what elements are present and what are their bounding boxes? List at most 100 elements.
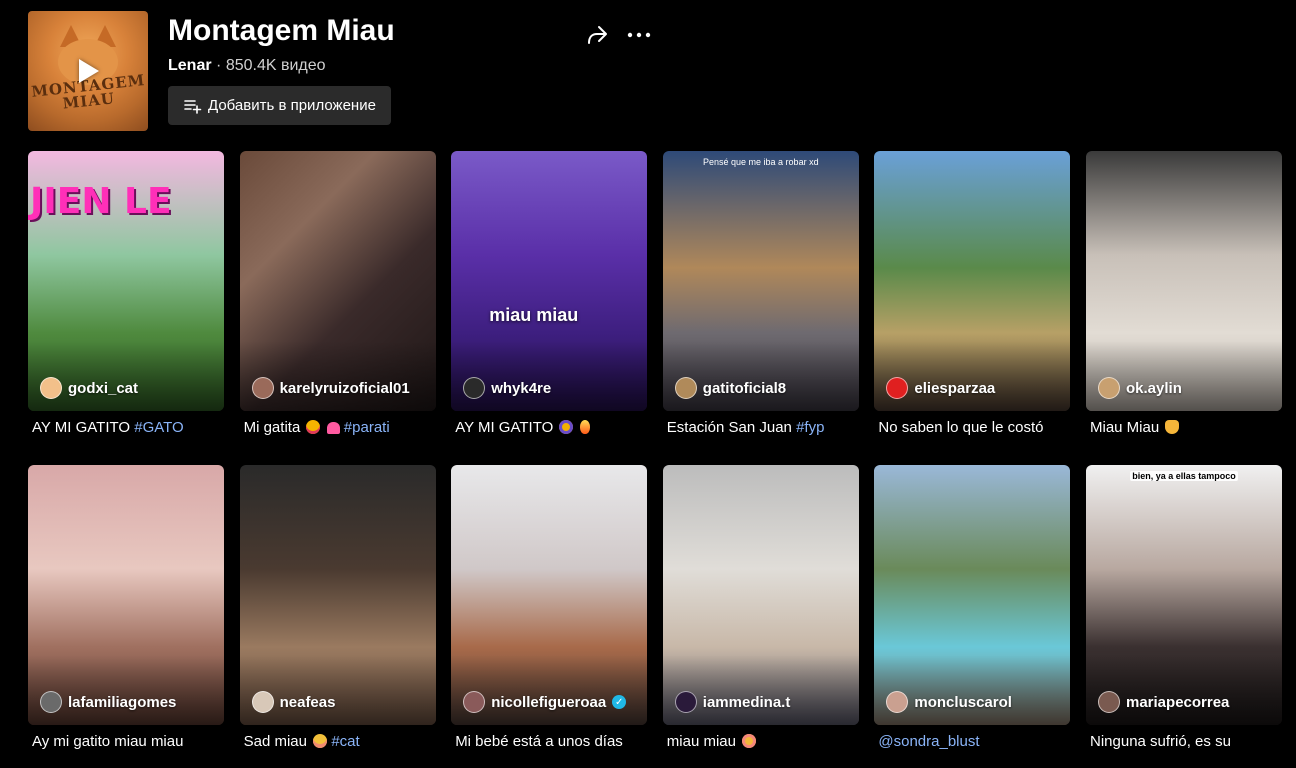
video-thumbnail[interactable]: nicollefigueroaa ✓	[451, 465, 648, 725]
video-username[interactable]: mariapecorrea	[1126, 694, 1229, 711]
add-to-app-label: Добавить в приложение	[208, 97, 376, 114]
thumbnail-gradient	[1086, 655, 1282, 725]
sad-emoji-icon	[313, 734, 328, 748]
video-thumbnail[interactable]: miau miau whyk4re	[451, 151, 648, 411]
video-author[interactable]: eliesparzaa	[886, 377, 995, 399]
video-thumbnail[interactable]: iammedina.t	[662, 465, 859, 725]
add-to-app-button[interactable]: Добавить в приложение	[168, 86, 391, 125]
verified-badge-icon: ✓	[612, 695, 627, 709]
video-caption[interactable]: AY MI GATITO	[455, 419, 647, 437]
video-caption[interactable]: Mi bebé está a unos días	[455, 733, 647, 751]
video-caption[interactable]: Mi gatita #parati	[244, 419, 436, 437]
caption-text: Sad miau	[243, 733, 312, 750]
video-top-text: bien, ya a ellas tampoco	[1130, 471, 1238, 481]
video-thumbnail[interactable]: ok.aylin	[1086, 151, 1282, 411]
video-author[interactable]: neafeas	[251, 691, 336, 713]
video-username[interactable]: ok.aylin	[1126, 380, 1182, 397]
video-username[interactable]: iammedina.t	[703, 694, 791, 711]
video-author[interactable]: lafamiliagomes	[40, 691, 176, 713]
thumbnail-gradient	[239, 341, 436, 411]
playlist-author[interactable]: Lenar	[168, 57, 212, 74]
playlist-title: Montagem Miau	[168, 14, 395, 47]
avatar[interactable]	[674, 377, 697, 399]
playlist-cover[interactable]: MONTAGEM MIAU	[28, 11, 148, 131]
video-username[interactable]: moncluscarol	[914, 694, 1012, 711]
video-username[interactable]: whyk4re	[491, 380, 551, 397]
video-username[interactable]: nicollefigueroaa	[491, 694, 606, 711]
thumbnail-gradient	[451, 341, 648, 411]
video-thumbnail[interactable]: Pensé que me iba a robar xd gatitoficial8	[662, 151, 859, 411]
playlist-meta: Lenar · 850.4K видео	[168, 56, 326, 76]
flushed-emoji-icon	[742, 734, 757, 748]
video-caption[interactable]: AY MI GATITO #GATO	[32, 419, 224, 437]
avatar[interactable]	[251, 691, 274, 713]
video-username[interactable]: godxi_cat	[68, 380, 138, 397]
thumbnail-gradient	[874, 341, 1071, 411]
video-username[interactable]: neafeas	[280, 694, 336, 711]
share-arrow-icon[interactable]	[584, 23, 610, 47]
avatar[interactable]	[674, 691, 697, 713]
video-caption[interactable]: miau miau	[667, 733, 859, 751]
video-caption[interactable]: Miau Miau	[1090, 419, 1282, 437]
heart-emoji-icon	[326, 422, 340, 434]
caption-text: AY MI GATITO	[32, 419, 135, 436]
video-top-text: Pensé que me iba a robar xd	[703, 157, 819, 167]
avatar[interactable]	[251, 377, 274, 399]
video-author[interactable]: whyk4re	[463, 377, 551, 399]
thumbnail-gradient	[1086, 341, 1282, 411]
scream-emoji-icon	[559, 420, 574, 434]
video-thumbnail[interactable]: bien, ya a ellas tampoco mariapecorrea	[1086, 465, 1282, 725]
video-username[interactable]: eliesparzaa	[914, 380, 995, 397]
avatar[interactable]	[40, 377, 62, 399]
video-count: 850.4K видео	[225, 57, 326, 74]
thumbnail-gradient	[451, 655, 648, 725]
caption-text: miau miau	[666, 733, 741, 750]
video-username[interactable]: karelyruizoficial01	[280, 380, 410, 397]
video-thumbnail[interactable]: karelyruizoficial01	[239, 151, 436, 411]
caption-text: Estación San Juan	[666, 419, 797, 436]
video-thumbnail[interactable]: neafeas	[239, 465, 436, 725]
video-author[interactable]: moncluscarol	[886, 691, 1012, 713]
video-author[interactable]: ok.aylin	[1098, 377, 1182, 399]
video-thumbnail[interactable]: lafamiliagomes	[28, 465, 224, 725]
video-username[interactable]: lafamiliagomes	[68, 694, 176, 711]
video-author[interactable]: godxi_cat	[40, 377, 138, 399]
thumbnail-gradient	[28, 655, 224, 725]
video-caption[interactable]: No saben lo que le costó	[878, 419, 1070, 437]
avatar[interactable]	[463, 377, 486, 399]
caption-hashtag[interactable]: #fyp	[796, 419, 824, 436]
video-overlay-text: miau miau	[489, 305, 579, 325]
avatar[interactable]	[886, 377, 909, 399]
video-username[interactable]: gatitoficial8	[703, 380, 786, 397]
avatar[interactable]	[463, 691, 486, 713]
avatar[interactable]	[1098, 377, 1120, 399]
video-caption[interactable]: Sad miau #cat	[244, 733, 436, 751]
caption-text: Miau Miau	[1090, 419, 1164, 436]
thumbnail-gradient	[28, 341, 224, 411]
play-icon[interactable]	[79, 59, 99, 83]
video-caption[interactable]: Ay mi gatito miau miau	[32, 733, 224, 751]
caption-hashtag[interactable]: @sondra_blust	[878, 733, 979, 750]
caption-text: AY MI GATITO	[455, 419, 558, 436]
video-caption[interactable]: @sondra_blust	[878, 733, 1070, 751]
fire-emoji-icon	[579, 420, 590, 434]
avatar[interactable]	[40, 691, 62, 713]
caption-hashtag[interactable]: #GATO	[134, 419, 183, 436]
video-thumbnail[interactable]: moncluscarol	[874, 465, 1071, 725]
video-thumbnail[interactable]: JIEN LE godxi_cat	[28, 151, 224, 411]
thumbnail-gradient	[662, 655, 859, 725]
avatar[interactable]	[1098, 691, 1120, 713]
caption-hashtag[interactable]: #cat	[331, 733, 359, 750]
more-dots-icon[interactable]	[626, 23, 652, 47]
video-author[interactable]: iammedina.t	[674, 691, 791, 713]
video-thumbnail[interactable]: eliesparzaa	[874, 151, 1071, 411]
video-author[interactable]: mariapecorrea	[1098, 691, 1229, 713]
video-author[interactable]: karelyruizoficial01	[251, 377, 410, 399]
avatar[interactable]	[886, 691, 909, 713]
caption-hashtag[interactable]: #parati	[344, 419, 390, 436]
video-author[interactable]: nicollefigueroaa ✓	[463, 691, 627, 713]
video-caption[interactable]: Ninguna sufrió, es su	[1090, 733, 1282, 751]
video-caption[interactable]: Estación San Juan #fyp	[667, 419, 859, 437]
video-overlay-text: JIEN LE	[30, 181, 172, 222]
video-author[interactable]: gatitoficial8	[674, 377, 786, 399]
